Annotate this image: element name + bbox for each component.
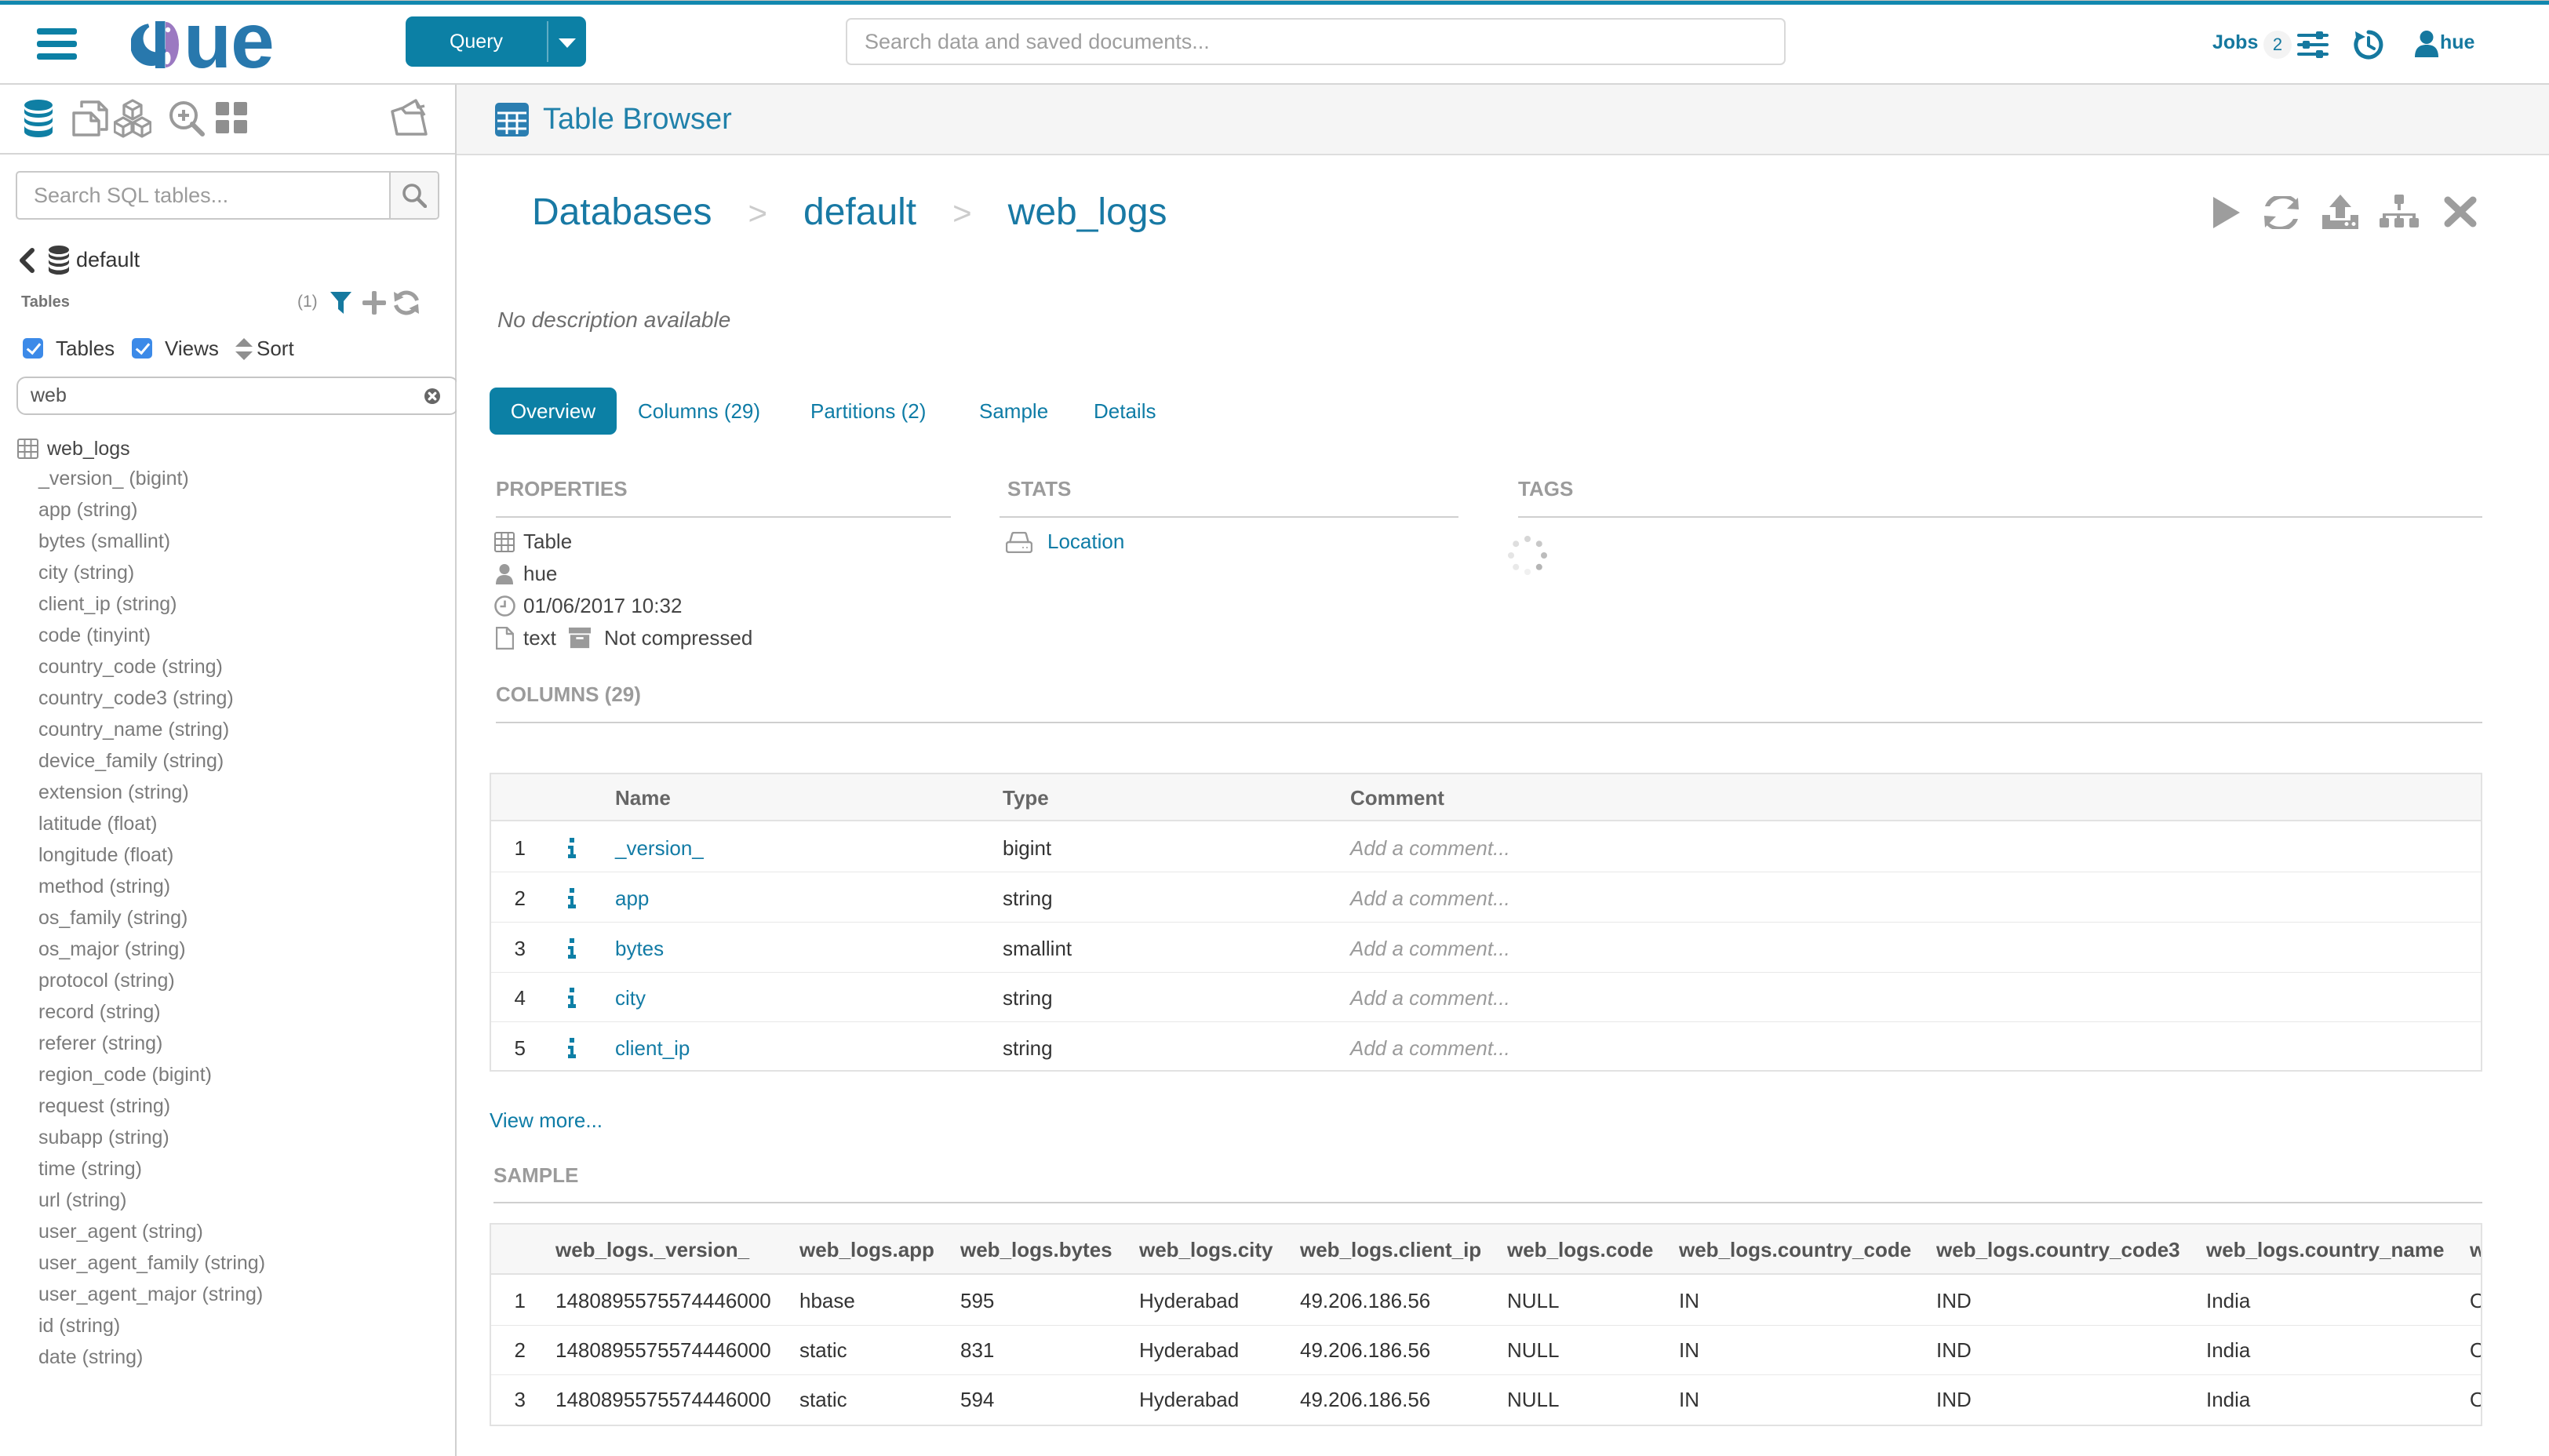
svg-text:ue: ue [184,20,274,69]
